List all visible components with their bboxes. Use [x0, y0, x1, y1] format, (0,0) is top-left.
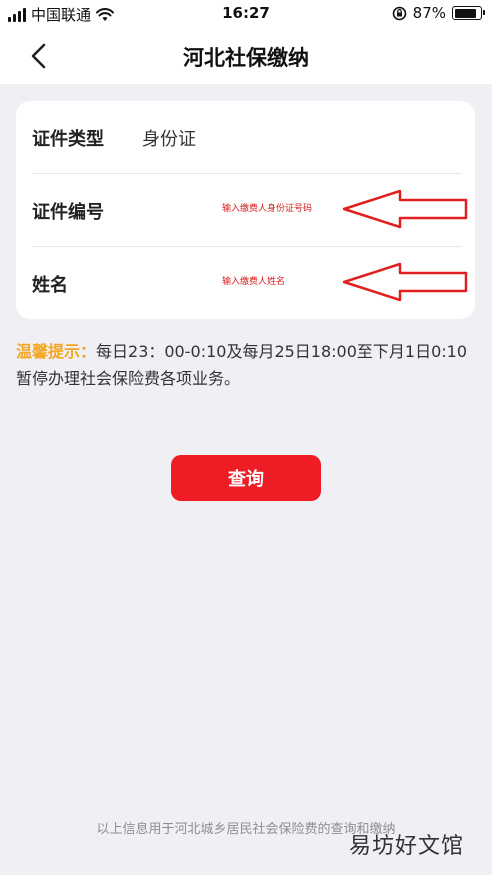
battery-level: [454, 8, 477, 18]
id-number-input[interactable]: [222, 194, 342, 224]
nav-bar: 河北社保缴纳: [0, 28, 492, 84]
id-type-value[interactable]: 身份证: [142, 125, 196, 151]
name-input[interactable]: [222, 267, 342, 297]
name-label: 姓名: [32, 275, 68, 296]
tip-label: 温馨提示：: [16, 342, 97, 361]
tip-text: 温馨提示：每日23：00-0:10及每月25日18:00至下月1日0:10暂停办…: [16, 338, 476, 392]
id-type-label: 证件类型: [32, 129, 104, 150]
battery-percent: 87%: [412, 4, 446, 22]
status-right: 87%: [392, 4, 485, 22]
watermark: 易坊好文馆: [348, 834, 464, 859]
form-card: 证件类型 身份证 证件编号 姓名: [16, 101, 475, 319]
id-number-row: 证件编号: [32, 174, 468, 246]
query-button[interactable]: 查询: [171, 455, 321, 501]
id-type-row[interactable]: 证件类型 身份证: [32, 101, 461, 173]
battery-icon: [452, 6, 485, 20]
arrow-left-icon: [342, 262, 468, 302]
id-number-label: 证件编号: [32, 202, 104, 223]
name-row: 姓名: [32, 247, 468, 319]
page-title: 河北社保缴纳: [183, 46, 309, 70]
rotation-lock-icon: [392, 6, 406, 20]
arrow-left-icon: [342, 189, 468, 229]
status-bar: 中国联通 16:27 87%: [0, 0, 492, 28]
